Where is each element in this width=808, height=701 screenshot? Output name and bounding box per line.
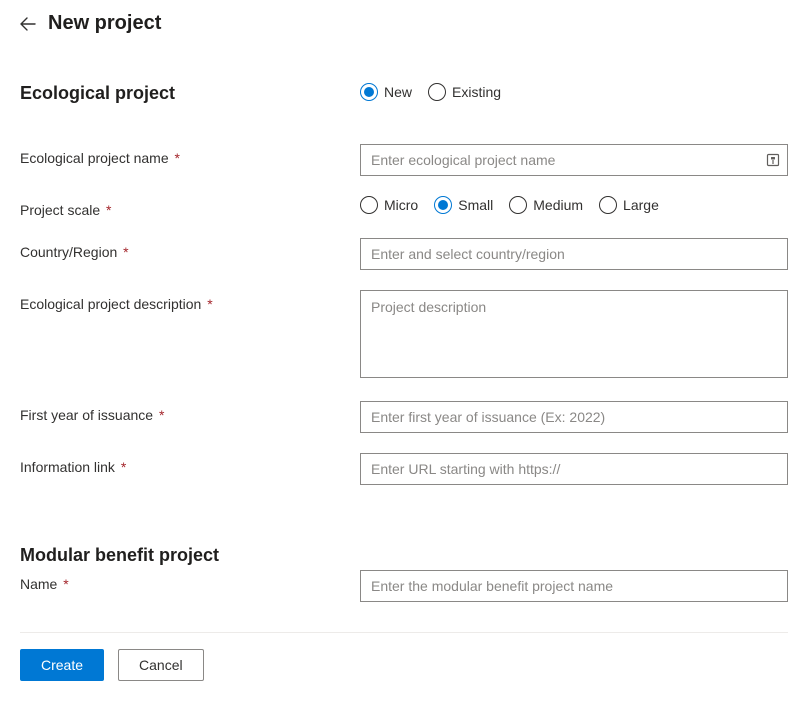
label-country-region: Country/Region * — [20, 238, 360, 260]
required-indicator: * — [119, 244, 128, 260]
required-indicator: * — [102, 202, 111, 218]
required-indicator: * — [117, 459, 126, 475]
ecological-project-section: Ecological project New Existing Ecologic… — [20, 83, 788, 485]
radio-circle-icon — [434, 196, 452, 214]
radio-label: Small — [458, 197, 493, 213]
first-year-input[interactable] — [360, 401, 788, 433]
footer-buttons: Create Cancel — [20, 649, 788, 681]
label-project-name: Ecological project name * — [20, 144, 360, 166]
modular-benefit-section: Modular benefit project Name * — [20, 545, 788, 602]
section-title-ecological: Ecological project — [20, 83, 360, 104]
radio-option-medium[interactable]: Medium — [509, 196, 583, 214]
label-project-description: Ecological project description * — [20, 290, 360, 312]
radio-option-small[interactable]: Small — [434, 196, 493, 214]
project-type-radio-group: New Existing — [360, 83, 788, 101]
radio-label: Large — [623, 197, 659, 213]
radio-option-existing[interactable]: Existing — [428, 83, 501, 101]
label-modular-name: Name * — [20, 570, 360, 592]
required-indicator: * — [171, 150, 180, 166]
section-title-modular: Modular benefit project — [20, 545, 788, 566]
radio-label: Medium — [533, 197, 583, 213]
radio-label: Existing — [452, 84, 501, 100]
radio-option-large[interactable]: Large — [599, 196, 659, 214]
radio-circle-icon — [509, 196, 527, 214]
radio-label: Micro — [384, 197, 418, 213]
card-icon — [766, 153, 780, 167]
create-button[interactable]: Create — [20, 649, 104, 681]
radio-option-micro[interactable]: Micro — [360, 196, 418, 214]
back-arrow-icon[interactable] — [20, 16, 36, 32]
required-indicator: * — [155, 407, 164, 423]
label-project-scale: Project scale * — [20, 196, 360, 218]
label-info-link: Information link * — [20, 453, 360, 475]
radio-label: New — [384, 84, 412, 100]
radio-circle-icon — [360, 83, 378, 101]
project-name-input[interactable] — [360, 144, 788, 176]
modular-name-input[interactable] — [360, 570, 788, 602]
required-indicator: * — [203, 296, 212, 312]
page-header: New project — [20, 12, 788, 35]
cancel-button[interactable]: Cancel — [118, 649, 204, 681]
label-first-year: First year of issuance * — [20, 401, 360, 423]
country-region-input[interactable] — [360, 238, 788, 270]
project-description-textarea[interactable] — [360, 290, 788, 378]
required-indicator: * — [59, 576, 68, 592]
radio-circle-icon — [599, 196, 617, 214]
footer-divider — [20, 632, 788, 633]
project-scale-radio-group: Micro Small Medium Large — [360, 196, 788, 214]
info-link-input[interactable] — [360, 453, 788, 485]
radio-circle-icon — [428, 83, 446, 101]
page-title: New project — [48, 12, 161, 35]
radio-option-new[interactable]: New — [360, 83, 412, 101]
radio-circle-icon — [360, 196, 378, 214]
